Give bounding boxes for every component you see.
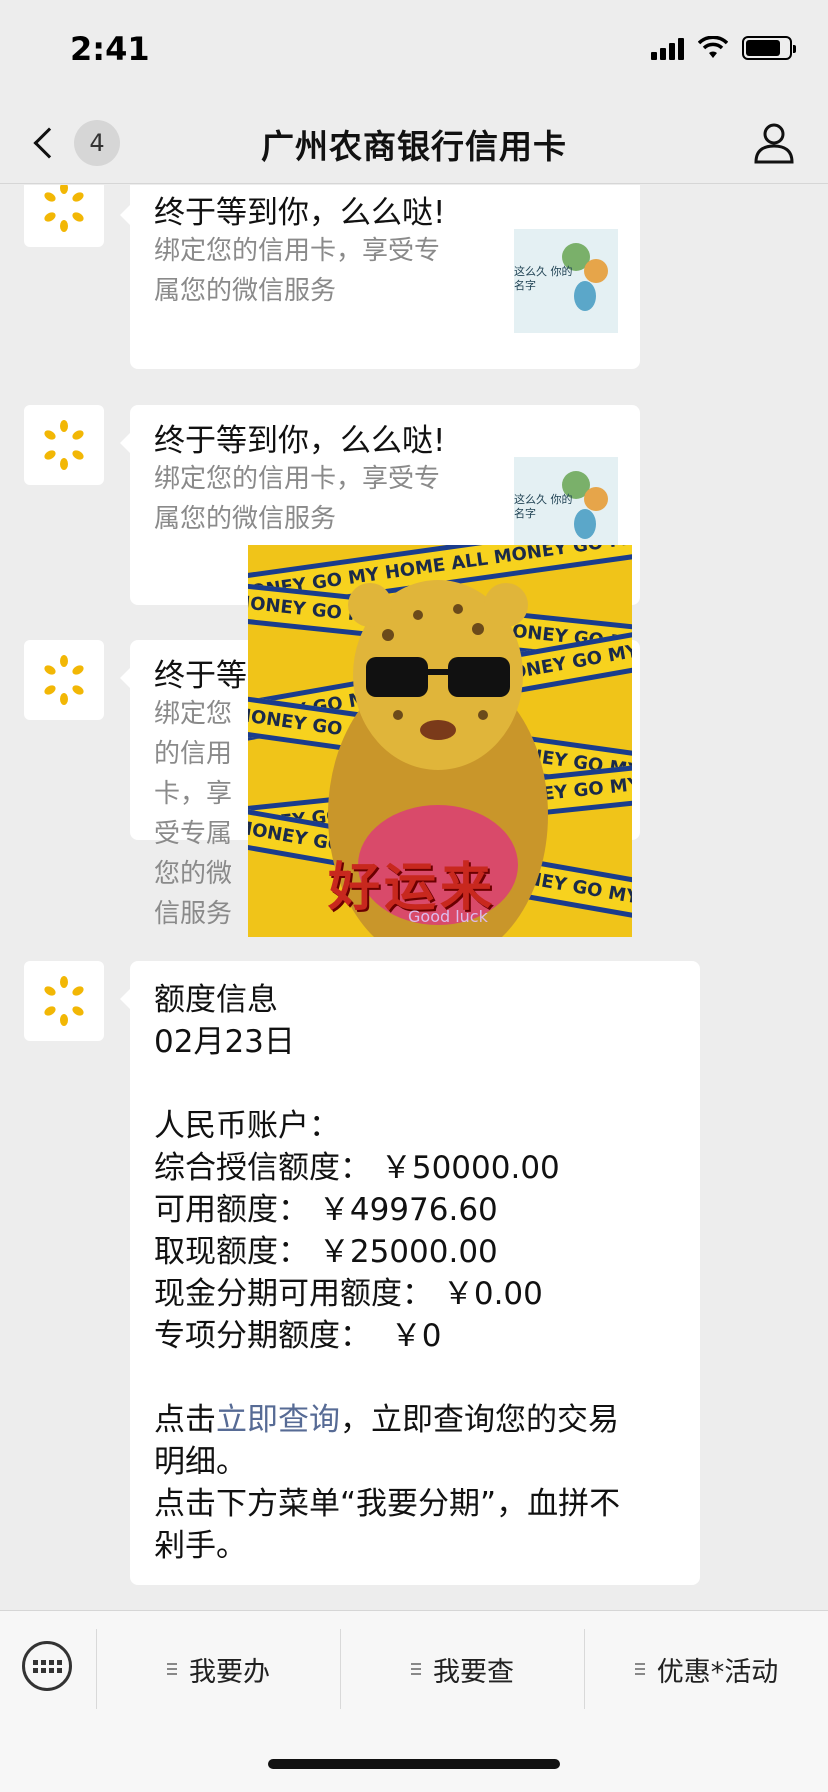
menu-item-query[interactable]: 我要查 [340,1629,584,1709]
info-title: 额度信息 [154,982,278,1018]
nav-bar: 4 广州农商银行信用卡 [0,100,828,184]
menu-list-icon [411,1663,421,1675]
page-title: 广州农商银行信用卡 [261,127,567,166]
cash-installment-limit: 现金分期可用额度： ￥0.00 [154,1276,543,1312]
info-account: 人民币账户： [154,1108,340,1144]
card-thumbnail: 这么久 你的名字 [514,229,618,333]
menu-list-icon [167,1663,177,1675]
query-now-link[interactable]: 立即查询 [216,1402,340,1438]
sticker-subcaption: Good luck [408,907,488,926]
chat-area[interactable]: 终于等到你，么么哒! 绑定您的信用卡，享受专属您的微信服务 这么久 你的名字 终… [0,185,828,1610]
menu-item-promotions[interactable]: 优惠*活动 [584,1629,828,1709]
status-icons [651,36,796,60]
available-limit: 可用额度： ￥49976.60 [154,1192,498,1228]
bottom-menu-bar: 我要办 我要查 优惠*活动 [0,1610,828,1792]
signal-icon [651,36,684,60]
menu-hint-cont: 剁手。 [154,1528,247,1564]
card-desc: 绑定您的信用卡，享受专属您的微信服务 [154,464,441,534]
status-bar: 2:41 [0,0,828,100]
bank-logo-icon [44,976,84,1026]
bank-logo-icon [44,655,84,705]
menu-hint: 点击下方菜单“我要分期”，血拼不 [154,1486,621,1522]
cash-limit: 取现额度： ￥25000.00 [154,1234,498,1270]
good-luck-sticker[interactable]: ALL MONEY GO MY HOME ALL MONEY GO MY HOM… [248,545,632,937]
bank-avatar[interactable] [24,640,104,720]
bank-avatar[interactable] [24,961,104,1041]
bank-logo-icon [44,420,84,470]
card-desc: 绑定您的信用卡，享受专属您的微信服务 [154,699,233,929]
query-hint-cont: 明细。 [154,1444,247,1480]
bank-avatar[interactable] [24,405,104,485]
home-indicator[interactable] [268,1759,560,1769]
news-card[interactable]: 终于等到你，么么哒! 绑定您的信用卡，享受专属您的微信服务 这么久 你的名字 [120,185,640,369]
query-hint: 点击立即查询，立即查询您的交易 [154,1402,619,1438]
credit-limit: 综合授信额度： ￥50000.00 [154,1150,560,1186]
menu-list-icon [634,1663,645,1675]
credit-info-message: 额度信息 02月23日 人民币账户： 综合授信额度： ￥50000.00 可用额… [120,961,700,1585]
status-time: 2:41 [70,30,150,68]
info-date: 02月23日 [154,1024,295,1060]
keyboard-toggle-button[interactable] [22,1641,72,1691]
special-installment-limit: 专项分期额度： ￥0 [154,1318,442,1354]
profile-icon[interactable] [750,118,798,166]
card-title: 终于等到你，么么哒! [154,195,446,231]
wifi-icon [698,36,728,58]
keyboard-icon [32,1659,62,1673]
bank-avatar[interactable] [24,185,104,247]
menu-items: 我要办 我要查 优惠*活动 [96,1629,828,1709]
card-title: 终于等 [154,658,247,694]
battery-icon [742,36,796,60]
bank-logo-icon [44,185,84,232]
card-desc: 绑定您的信用卡，享受专属您的微信服务 [154,236,441,306]
battery-level [746,40,780,56]
card-title: 终于等到你，么么哒! [154,423,446,459]
menu-item-apply[interactable]: 我要办 [96,1629,340,1709]
